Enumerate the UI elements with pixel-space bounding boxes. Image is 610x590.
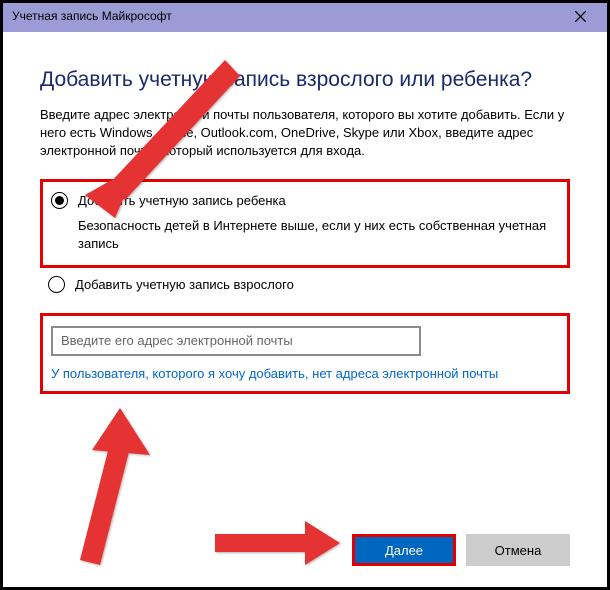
radio-icon bbox=[48, 276, 65, 293]
close-icon bbox=[575, 11, 586, 22]
window-title: Учетная запись Майкрософт bbox=[12, 9, 172, 23]
radio-adult-row[interactable]: Добавить учетную запись взрослого bbox=[48, 276, 562, 293]
next-button[interactable]: Далее bbox=[352, 534, 456, 566]
option-child-label: Добавить учетную запись ребенка bbox=[78, 193, 286, 208]
button-row: Далее Отмена bbox=[352, 534, 570, 566]
no-email-link[interactable]: У пользователя, которого я хочу добавить… bbox=[51, 366, 559, 381]
radio-child-row[interactable]: Добавить учетную запись ребенка bbox=[51, 192, 559, 209]
email-section: У пользователя, которого я хочу добавить… bbox=[40, 313, 570, 394]
option-child-subtext: Безопасность детей в Интернете выше, есл… bbox=[78, 217, 559, 253]
cancel-button[interactable]: Отмена bbox=[466, 534, 570, 566]
option-adult-label: Добавить учетную запись взрослого bbox=[75, 277, 294, 292]
option-child-group[interactable]: Добавить учетную запись ребенка Безопасн… bbox=[40, 179, 570, 268]
dialog-content: Добавить учетную запись взрослого или ре… bbox=[0, 32, 610, 394]
titlebar: Учетная запись Майкрософт bbox=[0, 0, 610, 32]
email-input[interactable] bbox=[51, 326, 421, 356]
option-adult-group[interactable]: Добавить учетную запись взрослого bbox=[40, 274, 570, 309]
annotation-arrow-icon bbox=[210, 518, 350, 568]
radio-icon bbox=[51, 192, 68, 209]
annotation-arrow-icon bbox=[50, 400, 180, 570]
close-button[interactable] bbox=[558, 2, 602, 30]
description-text: Введите адрес электронной почты пользова… bbox=[40, 106, 570, 161]
page-heading: Добавить учетную запись взрослого или ре… bbox=[40, 68, 570, 92]
